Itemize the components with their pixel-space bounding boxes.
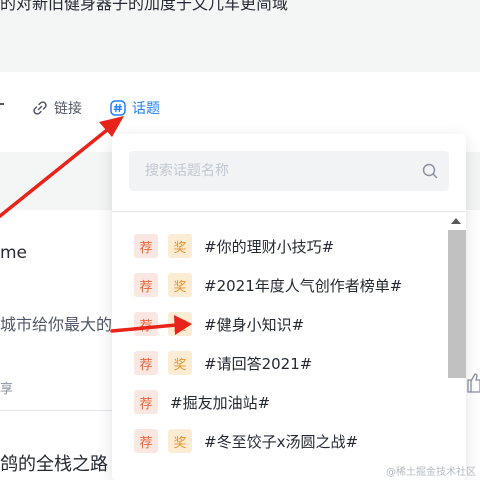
feed-share-action[interactable]: 享	[0, 378, 13, 397]
recommended-badge: 荐	[134, 390, 158, 414]
topic-item-label: #2021年度人气创作者榜单#	[204, 276, 403, 295]
award-badge: 奖	[168, 429, 192, 453]
editor-content-area: 的对新旧健身器子的加度于文儿车更简域	[0, 0, 480, 72]
topic-item-label: #健身小知识#	[204, 315, 305, 334]
feed-author-name[interactable]: me	[0, 243, 27, 263]
topic-dropdown: 荐 奖 #你的理财小技巧# 荐 奖 #2021年度人气创作者榜单# 荐 奖 #健…	[112, 134, 466, 480]
feed-divider	[0, 410, 120, 411]
scrollbar-thumb[interactable]	[448, 230, 466, 378]
topic-item[interactable]: 荐 奖 #2021年度人气创作者榜单#	[112, 268, 444, 302]
link-icon	[33, 101, 47, 115]
editor-text-cutoff: 的对新旧健身器子的加度于文儿车更简域	[0, 0, 289, 13]
topic-search-input[interactable]	[129, 150, 421, 192]
feed-item-title[interactable]: 城市给你最大的	[0, 311, 112, 335]
topic-item-label: #请回答2021#	[204, 354, 313, 373]
hash-icon	[110, 100, 126, 116]
award-badge: 奖	[168, 273, 192, 297]
topic-button[interactable]: 话题	[110, 96, 160, 120]
recommended-badge: 荐	[134, 234, 158, 258]
topic-list-scrollbar[interactable]	[448, 212, 466, 480]
link-button[interactable]: 链接	[32, 96, 82, 120]
topic-item[interactable]: 荐 #掘友加油站#	[112, 385, 444, 419]
topic-label: 话题	[132, 101, 160, 117]
topic-item[interactable]: 荐 奖 #请回答2021#	[112, 346, 444, 380]
scroll-up-arrow[interactable]	[451, 218, 461, 224]
search-icon[interactable]	[421, 162, 439, 180]
recommended-badge: 荐	[134, 351, 158, 375]
feed-item-title-2[interactable]: 鸽的全栈之路	[0, 450, 108, 476]
like-icon[interactable]	[466, 366, 480, 396]
link-label: 链接	[54, 101, 82, 117]
recommended-badge: 荐	[134, 429, 158, 453]
topic-search-box	[129, 150, 449, 192]
topic-list: 荐 奖 #你的理财小技巧# 荐 奖 #2021年度人气创作者榜单# 荐 奖 #健…	[112, 212, 444, 480]
topic-item-label: #冬至饺子x汤圆之战#	[204, 432, 359, 451]
topic-item-label: #掘友加油站#	[170, 393, 271, 412]
award-badge: 奖	[168, 351, 192, 375]
topic-item[interactable]: 荐 奖 #你的理财小技巧#	[112, 229, 444, 263]
topic-item[interactable]: 荐 奖 #冬至饺子x汤圆之战#	[112, 424, 444, 458]
watermark: @稀土掘金技术社区	[386, 467, 476, 478]
topic-item[interactable]: 荐 奖 #健身小知识#	[112, 307, 444, 341]
recommended-badge: 荐	[134, 273, 158, 297]
award-badge: 奖	[168, 234, 192, 258]
award-badge: 奖	[168, 312, 192, 336]
recommended-badge: 荐	[134, 312, 158, 336]
topic-item-label: #你的理财小技巧#	[204, 237, 335, 256]
toolbar-item-cutoff[interactable]	[0, 103, 4, 105]
